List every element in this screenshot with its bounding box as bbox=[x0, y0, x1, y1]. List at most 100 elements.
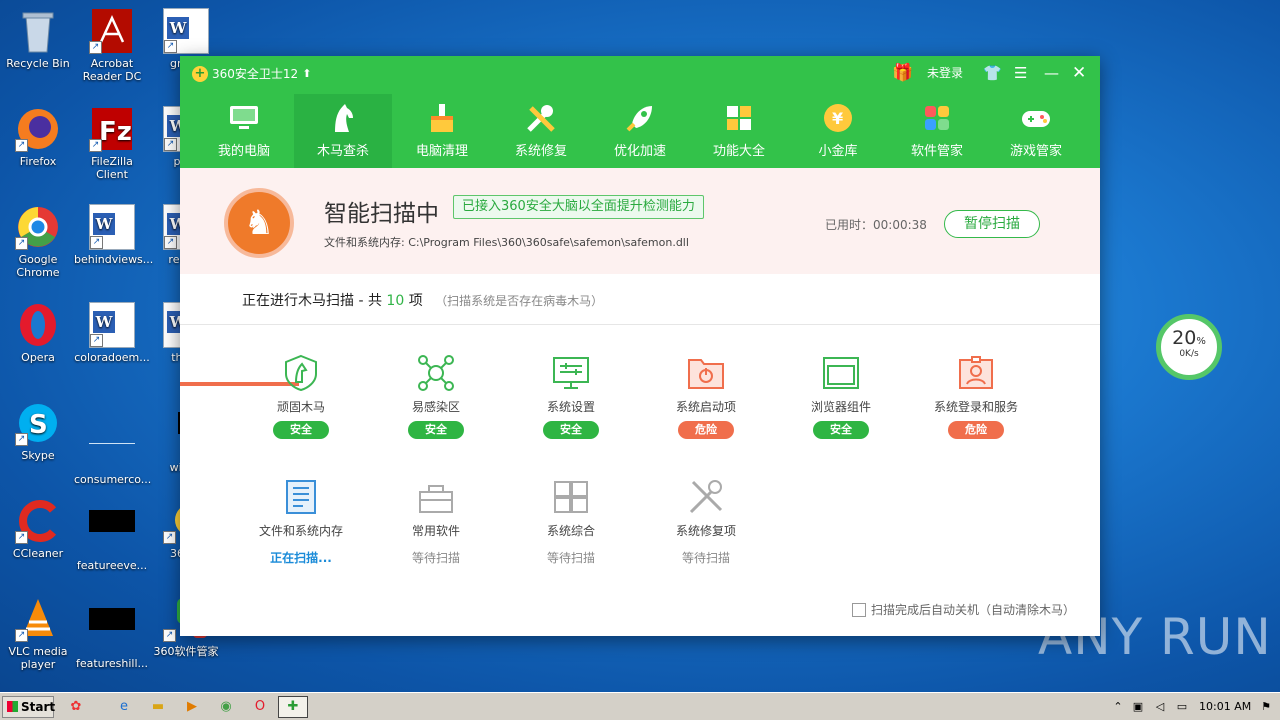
360-safe-window: + 360安全卫士12 ⬆ 🎁 未登录 👕 ☰ — ✕ 我的电脑 木马查杀 电脑… bbox=[180, 56, 1100, 636]
tab-label: 游戏管家 bbox=[1009, 144, 1062, 159]
desktop-icon-featureshill[interactable]: featureshill... bbox=[74, 596, 150, 670]
clock[interactable]: 10:01 AM bbox=[1199, 700, 1251, 713]
scan-current-path: 文件和系统内存: C:\Program Files\360\360safe\sa… bbox=[324, 236, 689, 249]
window-title-text: 360安全卫士12 bbox=[212, 67, 299, 81]
login-link[interactable]: 未登录 bbox=[927, 62, 963, 84]
icon-label: Skype bbox=[21, 449, 55, 462]
scan-horse-icon: ♞ bbox=[224, 188, 294, 258]
gift-icon[interactable]: 🎁 bbox=[892, 62, 913, 84]
scan-heading: 正在进行木马扫描 - 共 10 项 （扫描系统是否存在病毒木马） bbox=[242, 290, 603, 310]
icon-label: behindviews... bbox=[74, 253, 154, 266]
browser-icon bbox=[822, 354, 860, 392]
media-player-taskbar-icon[interactable]: ▶ bbox=[182, 697, 202, 717]
menu-icon[interactable]: ☰ bbox=[1014, 62, 1027, 84]
opera-taskbar-icon[interactable]: O bbox=[250, 697, 270, 717]
network-speed-widget[interactable]: 20% 0K/s bbox=[1156, 314, 1222, 380]
icon-label: featureeve... bbox=[76, 559, 148, 572]
tools-icon bbox=[687, 478, 725, 516]
divider bbox=[180, 324, 1100, 325]
pause-scan-button[interactable]: 暂停扫描 bbox=[944, 210, 1040, 238]
icon-label: Recycle Bin bbox=[6, 57, 70, 70]
acrobat-icon: ↗ bbox=[89, 8, 135, 54]
status-badge: 安全 bbox=[813, 421, 869, 439]
icon-label: VLC media player bbox=[8, 645, 68, 671]
vlc-icon: ↗ bbox=[15, 596, 61, 642]
tab-my-computer[interactable]: 我的电脑 bbox=[195, 94, 293, 168]
tab-system-repair[interactable]: 系统修复 bbox=[492, 94, 590, 168]
scan-item-name: 易感染区 bbox=[411, 400, 460, 414]
icon-label: CCleaner bbox=[12, 547, 64, 560]
desktop-icon-skype[interactable]: S ↗ Skype bbox=[0, 400, 76, 462]
status-badge: 危险 bbox=[678, 421, 734, 439]
scan-item-common-software[interactable]: 常用软件 等待扫描 bbox=[376, 478, 496, 566]
minimize-button[interactable]: — bbox=[1044, 62, 1059, 84]
ie-taskbar-icon[interactable]: e bbox=[114, 697, 134, 717]
tab-label: 木马查杀 bbox=[316, 144, 369, 159]
svg-text:S: S bbox=[29, 410, 48, 440]
tab-label: 系统修复 bbox=[514, 144, 567, 159]
close-button[interactable]: ✕ bbox=[1072, 62, 1086, 84]
desktop-icon-behindviews[interactable]: ↗ behindviews... bbox=[74, 204, 154, 266]
skin-icon[interactable]: 👕 bbox=[983, 62, 1002, 84]
scan-item-login-services[interactable]: 系统登录和服务 危险 bbox=[916, 354, 1036, 439]
tab-label: 我的电脑 bbox=[217, 144, 270, 159]
speed-percent: 20% bbox=[1172, 327, 1206, 349]
desktop-icon-opera[interactable]: Opera bbox=[0, 302, 76, 364]
auto-shutdown-label: 扫描完成后自动关机（自动清除木马） bbox=[871, 603, 1076, 617]
app-grid-taskbar-icon[interactable]: ✿ bbox=[66, 697, 86, 717]
scan-item-name: 系统修复项 bbox=[675, 524, 736, 538]
taskbar: Start ✿ e ▬ ▶ ◉ O ✚ ⌃ ▣ ◁ ▭ 10:01 AM ⚑ bbox=[0, 692, 1280, 720]
scan-title: 智能扫描中 bbox=[324, 201, 439, 227]
icon-label: 360软件管家 bbox=[153, 645, 219, 658]
scan-item-startup[interactable]: 系统启动项 危险 bbox=[646, 354, 766, 439]
auto-shutdown-option[interactable]: 扫描完成后自动关机（自动清除木马） bbox=[852, 601, 1075, 618]
auto-shutdown-checkbox[interactable] bbox=[852, 602, 866, 617]
gamepad-icon bbox=[1020, 102, 1052, 134]
desktop-icon-coloradoem[interactable]: ↗ coloradoem... bbox=[74, 302, 150, 364]
tab-game-manager[interactable]: 游戏管家 bbox=[987, 94, 1085, 168]
tab-cleanup[interactable]: 电脑清理 bbox=[393, 94, 491, 168]
action-center-flag-icon[interactable]: ⚑ bbox=[1256, 697, 1276, 717]
upgrade-arrow-icon[interactable]: ⬆ bbox=[302, 67, 311, 80]
tray-expand-icon[interactable]: ⌃ bbox=[1108, 697, 1128, 717]
desktop-icon-filezilla[interactable]: Fz ↗ FileZilla Client bbox=[74, 106, 150, 181]
tray-volume-icon[interactable]: ◁ bbox=[1150, 697, 1170, 717]
scan-item-browser-components[interactable]: 浏览器组件 安全 bbox=[781, 354, 901, 439]
chrome-taskbar-icon[interactable]: ◉ bbox=[216, 697, 236, 717]
scan-item-system-general[interactable]: 系统综合 等待扫描 bbox=[511, 478, 631, 566]
desktop-icon-featureeve[interactable]: featureeve... bbox=[74, 498, 150, 572]
scan-item-name: 常用软件 bbox=[411, 524, 460, 538]
desktop-icon-consumerco[interactable]: consumerco... bbox=[74, 400, 151, 486]
tray-network-icon[interactable]: ▣ bbox=[1128, 697, 1148, 717]
tab-features[interactable]: 功能大全 bbox=[690, 94, 788, 168]
tab-software-manager[interactable]: 软件管家 bbox=[888, 94, 986, 168]
desktop-icon-vlc[interactable]: ↗ VLC media player bbox=[0, 596, 76, 671]
tab-vault[interactable]: ¥ 小金库 bbox=[789, 94, 887, 168]
scan-item-name: 浏览器组件 bbox=[810, 400, 871, 414]
tray-monitor-icon[interactable]: ▭ bbox=[1172, 697, 1192, 717]
start-button[interactable]: Start bbox=[2, 696, 55, 718]
scan-item-file-memory[interactable]: 文件和系统内存 正在扫描... bbox=[241, 478, 361, 566]
grid-icon bbox=[723, 102, 755, 134]
power-folder-icon bbox=[687, 354, 725, 392]
desktop-icon-acrobat[interactable]: ↗ Acrobat Reader DC bbox=[74, 8, 150, 83]
desktop-icon-chrome[interactable]: ↗ Google Chrome bbox=[0, 204, 76, 279]
desktop-icon-ccleaner[interactable]: ↗ CCleaner bbox=[0, 498, 76, 560]
scan-item-stubborn-trojan[interactable]: 顽固木马 安全 bbox=[241, 354, 361, 439]
scan-item-system-settings[interactable]: 系统设置 安全 bbox=[511, 354, 631, 439]
360-logo-icon: + bbox=[192, 65, 208, 82]
icon-label: FileZilla Client bbox=[91, 155, 133, 181]
chrome-icon: ↗ bbox=[15, 204, 61, 250]
svg-text:¥: ¥ bbox=[832, 109, 843, 128]
tab-optimize[interactable]: 优化加速 bbox=[591, 94, 689, 168]
scan-item-repair-items[interactable]: 系统修复项 等待扫描 bbox=[646, 478, 766, 566]
tab-trojan-scan[interactable]: 木马查杀 bbox=[294, 94, 392, 168]
scan-status-panel: ♞ 智能扫描中 已接入360安全大脑以全面提升检测能力 文件和系统内存: C:\… bbox=[180, 168, 1100, 386]
scan-item-infection-area[interactable]: 易感染区 安全 bbox=[376, 354, 496, 439]
icon-label: coloradoem... bbox=[74, 351, 150, 364]
wrench-icon bbox=[525, 102, 557, 134]
desktop-icon-firefox[interactable]: ↗ Firefox bbox=[0, 106, 76, 168]
360-taskbar-button[interactable]: ✚ bbox=[278, 696, 308, 718]
desktop-icon-recycle-bin[interactable]: Recycle Bin bbox=[0, 8, 76, 70]
explorer-taskbar-icon[interactable]: ▬ bbox=[148, 697, 168, 717]
